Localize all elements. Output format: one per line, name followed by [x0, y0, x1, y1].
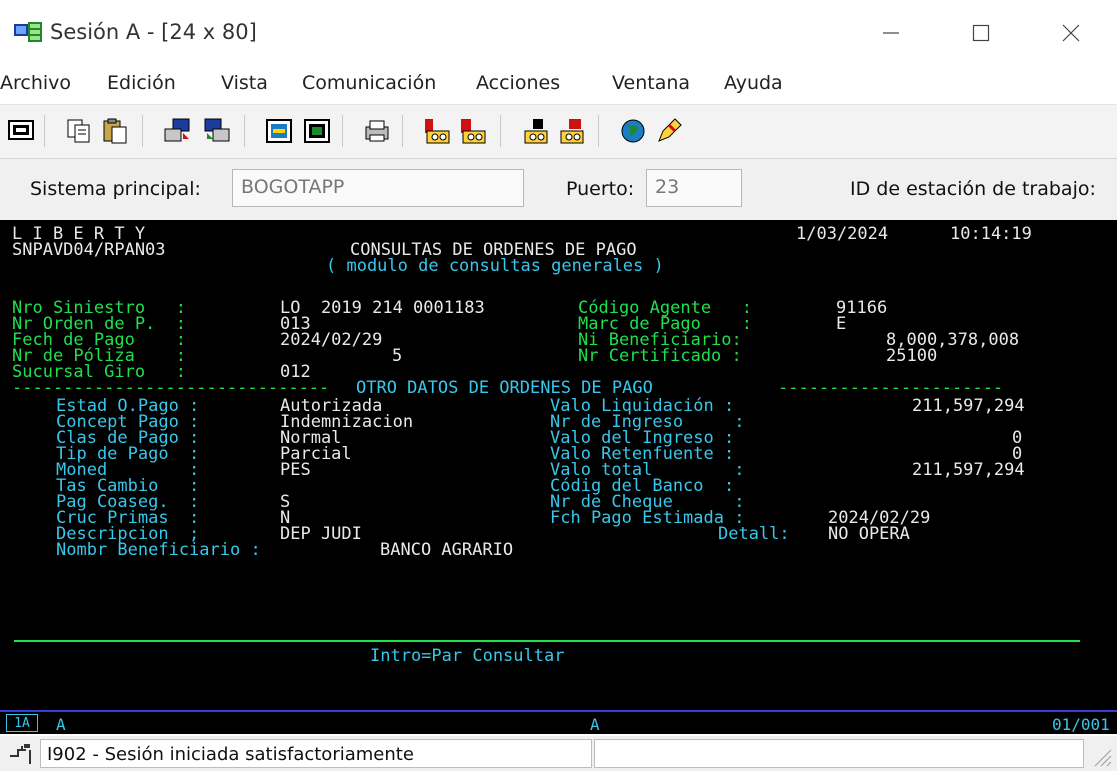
terminal-screen[interactable]: L I B E R T Y 1/03/2024 10:14:19 SNPAVD0…: [0, 220, 1117, 710]
descripcion-value: DEP JUDI: [280, 524, 362, 544]
send-file-icon: [164, 118, 190, 142]
receive-file-button[interactable]: [200, 113, 234, 149]
detall-value: NO OPERA: [828, 524, 910, 544]
fecha-value: 2024/02/29: [280, 330, 383, 350]
moned-value: PES: [280, 460, 311, 480]
total-value: 211,597,294: [912, 460, 1025, 480]
menu-vista[interactable]: Vista: [221, 72, 268, 94]
print-screen-button[interactable]: [360, 113, 394, 149]
oia-mode-1: A: [56, 715, 66, 734]
toolbar-separator: [402, 115, 403, 147]
macro-record-icon: [266, 119, 292, 143]
function-keys-hint: Intro=Par Consultar: [370, 646, 565, 666]
nombre-beneficiario-label: Nombr Beneficiario :: [56, 540, 261, 560]
menu-acciones[interactable]: Acciones: [476, 72, 560, 94]
toolbar-separator: [598, 115, 599, 147]
globe-button[interactable]: [616, 113, 650, 149]
app-icon: [14, 22, 42, 42]
toolbar: [0, 104, 1117, 158]
keypad-button[interactable]: [518, 113, 552, 149]
title-bar: Sesión A - [24 x 80]: [0, 0, 1117, 66]
toolbar-separator: [142, 115, 143, 147]
keypad-red-button[interactable]: [554, 113, 588, 149]
copy-button[interactable]: [62, 113, 96, 149]
marc-value: E: [836, 314, 847, 334]
toolbar-separator: [44, 115, 45, 147]
macro-play-button[interactable]: [300, 113, 334, 149]
oia-cursor-position: 01/001: [1052, 715, 1110, 734]
resize-grip-icon[interactable]: [1091, 746, 1113, 768]
menu-edicion[interactable]: Edición: [107, 72, 176, 94]
paste-icon: [103, 118, 127, 144]
section-divider-title: OTRO DATOS DE ORDENES DE PAGO: [356, 378, 653, 398]
oia-mode-2: A: [590, 715, 600, 734]
port-field[interactable]: 23: [646, 169, 742, 207]
host-label: Sistema principal:: [30, 178, 201, 200]
section-divider-left: -------------------------------: [12, 378, 330, 398]
display-icon: [8, 120, 34, 140]
program-id: SNPAVD04/RPAN03: [12, 240, 166, 260]
send-file-button[interactable]: [160, 113, 194, 149]
screen-date: 1/03/2024: [796, 224, 889, 244]
pen-icon: [658, 118, 682, 142]
display-button[interactable]: [4, 113, 38, 149]
detall-label: Detall:: [718, 524, 790, 544]
maximize-button[interactable]: [946, 0, 1016, 66]
nombre-beneficiario-value: BANCO AGRARIO: [380, 540, 514, 560]
connection-info-bar: Sistema principal: BOGOTAPP Puerto: 23 I…: [0, 158, 1117, 220]
maximize-icon: [972, 24, 990, 42]
red-bell-icon: [461, 119, 486, 144]
red-bell-button[interactable]: [456, 113, 490, 149]
terminal-separator-line: [14, 640, 1080, 642]
status-message: I902 - Sesión iniciada satisfactoriament…: [40, 739, 592, 768]
status-bar: I902 - Sesión iniciada satisfactoriament…: [0, 736, 1117, 771]
keypad-icon: [524, 119, 548, 144]
close-button[interactable]: [1036, 0, 1106, 66]
screen-subtitle: ( modulo de consultas generales ): [326, 256, 664, 276]
copy-icon: [67, 119, 90, 143]
oia-session-box: 1A: [6, 714, 38, 732]
paste-button[interactable]: [98, 113, 132, 149]
host-field[interactable]: BOGOTAPP: [232, 169, 524, 207]
operator-info-area: 1A A A 01/001: [0, 710, 1117, 734]
pen-button[interactable]: [652, 113, 686, 149]
toolbar-separator: [342, 115, 343, 147]
toolbar-separator: [500, 115, 501, 147]
globe-icon: [621, 119, 645, 143]
poliza-value: 5: [392, 346, 403, 366]
screen-time: 10:14:19: [950, 224, 1032, 244]
window-title: Sesión A - [24 x 80]: [50, 20, 257, 44]
fch-estimada-label: Fch Pago Estimada :: [550, 508, 745, 528]
toolbar-separator: [244, 115, 245, 147]
print-screen-icon: [365, 120, 389, 142]
close-icon: [1062, 24, 1080, 42]
menu-archivo[interactable]: Archivo: [0, 72, 71, 94]
menu-ventana[interactable]: Ventana: [612, 72, 690, 94]
macro-record-button[interactable]: [262, 113, 296, 149]
minimize-icon: [883, 32, 899, 34]
bell-button[interactable]: [420, 113, 454, 149]
macro-play-icon: [304, 119, 330, 143]
status-panel-secondary: [594, 739, 1084, 768]
section-divider-right: ----------------------: [778, 378, 1004, 398]
port-label: Puerto:: [566, 178, 635, 200]
receive-file-icon: [204, 118, 230, 142]
cert-label: Nr Certificado :: [578, 346, 742, 366]
menu-comunicacion[interactable]: Comunicación: [302, 72, 436, 94]
connection-status-icon: [10, 744, 31, 764]
liquidacion-value: 211,597,294: [912, 396, 1025, 416]
cert-value: 25100: [886, 346, 938, 366]
menu-ayuda[interactable]: Ayuda: [724, 72, 783, 94]
menu-bar: Archivo Edición Vista Comunicación Accio…: [0, 66, 1117, 102]
station-label: ID de estación de trabajo:: [850, 178, 1096, 200]
keypad-red-icon: [560, 119, 584, 144]
minimize-button[interactable]: [856, 0, 926, 66]
bell-icon: [425, 119, 450, 144]
